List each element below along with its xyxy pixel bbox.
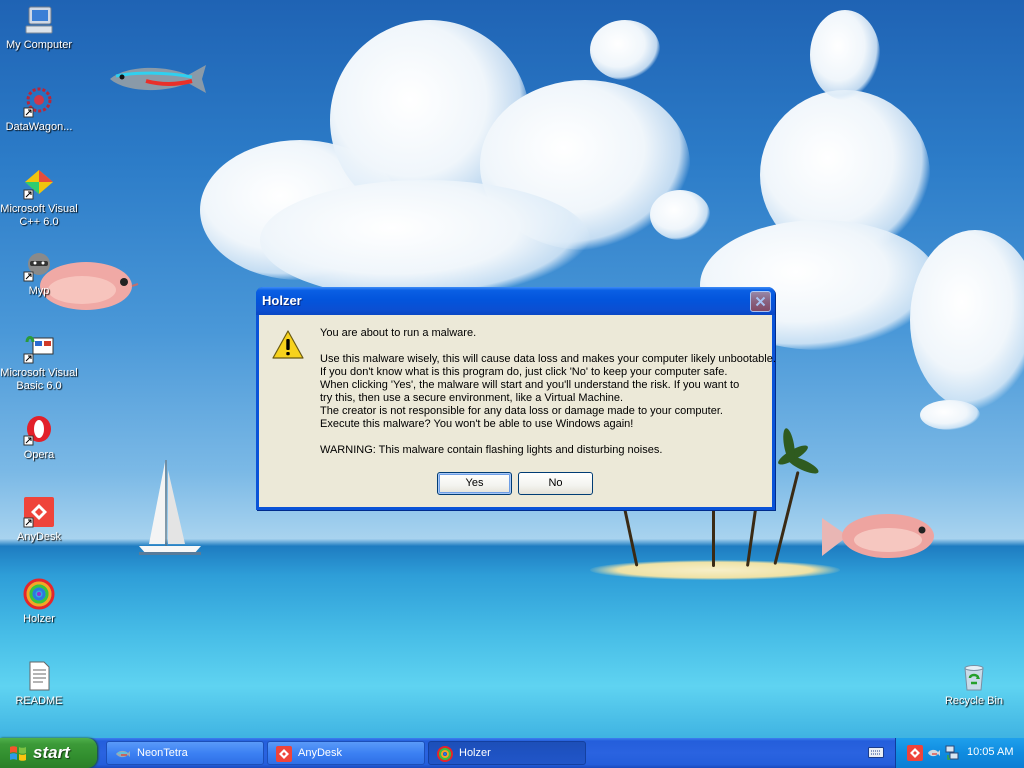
wallpaper-cloud: [260, 180, 590, 300]
keyboard-icon[interactable]: [868, 745, 884, 759]
desktop-icon-anydesk[interactable]: AnyDesk: [0, 496, 78, 544]
taskbar-button-holzer[interactable]: Holzer: [428, 741, 586, 765]
desktop-icon-recycle-bin[interactable]: Recycle Bin: [935, 660, 1013, 708]
recycle-bin-icon: [958, 660, 990, 692]
taskbar: start NeonTetra AnyDesk Holzer 10:05 AM: [0, 738, 1024, 768]
message-line: try this, then use a secure environment,…: [320, 392, 624, 404]
dialog-title: Holzer: [262, 293, 302, 308]
warning-line: WARNING: This malware contain flashing l…: [320, 444, 663, 456]
message-line: When clicking 'Yes', the malware will st…: [320, 379, 740, 391]
message-line: You are about to run a malware.: [320, 327, 477, 339]
close-button[interactable]: [750, 291, 771, 312]
visual-cpp-icon: [23, 168, 55, 200]
palm-trunk: [773, 471, 800, 565]
text-document-icon: [23, 660, 55, 692]
wallpaper-cloud: [650, 190, 710, 240]
dialog-body: You are about to run a malware. Use this…: [259, 315, 776, 507]
desktop-icon-label: Holzer: [23, 613, 55, 625]
desktop-icon-holzer[interactable]: Holzer: [0, 578, 78, 626]
close-icon: [755, 296, 766, 307]
desktop-icon-label: AnyDesk: [16, 531, 62, 543]
wallpaper-cloud: [910, 230, 1024, 410]
visual-basic-icon: [23, 332, 55, 364]
desktop-icon-visual-cpp[interactable]: Microsoft Visual C++ 6.0: [0, 168, 78, 229]
desktop-icon-label: DataWagon...: [5, 121, 73, 133]
system-tray: 10:05 AM: [895, 738, 1024, 768]
palm-trunk: [622, 505, 639, 567]
anydesk-icon: [23, 496, 55, 528]
message-line: Use this malware wisely, this will cause…: [320, 353, 776, 365]
windows-logo-icon: [10, 746, 26, 761]
desktop-icon-opera[interactable]: Opera: [0, 414, 78, 462]
desktop-icon-label: README: [15, 695, 63, 707]
holzer-icon: [437, 746, 453, 762]
dialog-titlebar[interactable]: Holzer: [256, 287, 775, 315]
start-button[interactable]: start: [0, 738, 97, 768]
taskbar-button-anydesk[interactable]: AnyDesk: [267, 741, 425, 765]
message-line: The creator is not responsible for any d…: [320, 405, 723, 417]
wallpaper-cloud: [920, 400, 980, 430]
yes-button[interactable]: Yes: [437, 472, 512, 495]
desktop-icon-my-computer[interactable]: My Computer: [0, 4, 78, 52]
desktop-icon-datawagon[interactable]: DataWagon...: [0, 86, 78, 134]
desktop-icon-label: Microsoft Visual C++ 6.0: [0, 203, 78, 228]
warning-icon: [272, 330, 304, 359]
taskbar-button-label: Holzer: [459, 747, 491, 759]
palm-trunk: [712, 500, 715, 567]
desktop-icon-label: Microsoft Visual Basic 6.0: [0, 367, 78, 392]
no-button[interactable]: No: [518, 472, 593, 495]
wallpaper-sailboat: [139, 460, 201, 555]
wallpaper-island: [590, 560, 840, 580]
message-line: Execute this malware? You won't be able …: [320, 418, 634, 430]
start-label: start: [33, 743, 70, 762]
desktop-icon-label: Opera: [23, 449, 55, 461]
datawagon-icon: [23, 86, 55, 118]
taskbar-button-neontetra[interactable]: NeonTetra: [106, 741, 264, 765]
desktop-icon-readme[interactable]: README: [0, 660, 78, 708]
desktop-icon-myp[interactable]: Myp: [0, 250, 78, 298]
raccoon-icon: [23, 250, 55, 282]
gourami-fish: [822, 514, 934, 558]
clock[interactable]: 10:05 AM: [967, 746, 1013, 758]
taskbar-button-label: NeonTetra: [137, 747, 188, 759]
neon-tetra-fish: [110, 65, 206, 93]
holzer-icon: [23, 578, 55, 610]
wallpaper-cloud: [590, 20, 660, 80]
desktop-icon-label: Myp: [28, 285, 50, 297]
anydesk-icon: [276, 746, 292, 762]
fish-tray-icon[interactable]: [927, 748, 941, 758]
dialog-message: You are about to run a malware. Use this…: [320, 327, 776, 457]
my-computer-icon: [23, 4, 55, 36]
desktop-icon-visual-basic[interactable]: Microsoft Visual Basic 6.0: [0, 332, 78, 393]
network-tray-icon[interactable]: [945, 745, 959, 761]
wallpaper-cloud: [810, 10, 880, 100]
taskbar-button-label: AnyDesk: [298, 747, 343, 759]
desktop-icon-label: Recycle Bin: [944, 695, 1004, 707]
fish-icon: [116, 750, 130, 758]
message-line: If you don't know what is this program d…: [320, 366, 728, 378]
desktop-icon-label: My Computer: [5, 39, 73, 51]
holzer-dialog[interactable]: Holzer You are about to run a malware. U…: [256, 287, 776, 510]
opera-icon: [23, 414, 55, 446]
anydesk-tray-icon[interactable]: [907, 745, 923, 761]
